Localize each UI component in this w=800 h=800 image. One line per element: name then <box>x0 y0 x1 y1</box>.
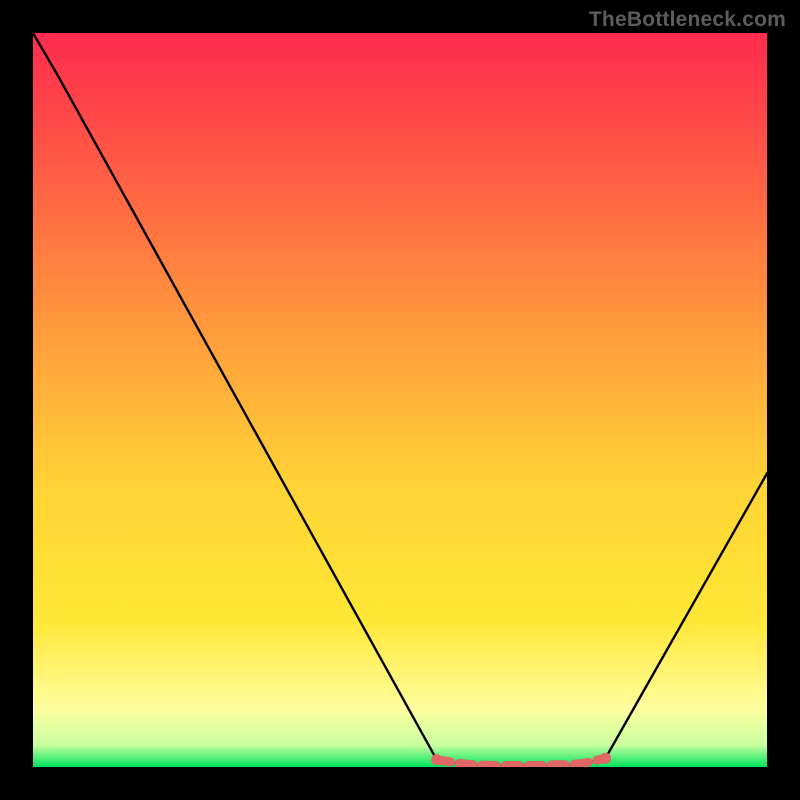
watermark-label: TheBottleneck.com <box>589 8 786 32</box>
highlight-start-dot <box>431 754 442 765</box>
chart-stage: TheBottleneck.com <box>0 0 800 800</box>
curve-path <box>33 33 767 766</box>
highlight-end-dot <box>600 753 611 764</box>
bottleneck-curve <box>33 33 767 767</box>
curve-highlight <box>437 758 606 765</box>
plot-area <box>33 33 767 767</box>
